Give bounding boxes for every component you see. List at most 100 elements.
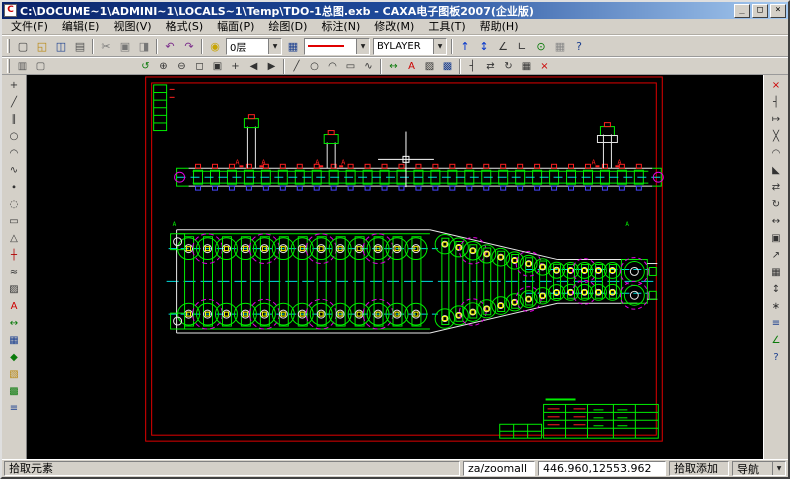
menu-item-8[interactable]: 工具(T) <box>421 19 472 34</box>
grid-icon[interactable]: ▦ <box>551 37 569 55</box>
color-combo[interactable]: ▼ <box>304 37 370 55</box>
array-icon[interactable]: ▦ <box>518 58 535 74</box>
chamfer-icon[interactable]: ◣ <box>766 162 786 178</box>
point-tool-icon[interactable]: ∙ <box>4 179 24 195</box>
up-arrow-icon[interactable]: ↑ <box>456 37 474 55</box>
explode-icon[interactable]: ∗ <box>766 298 786 314</box>
print-icon[interactable]: ▤ <box>71 37 89 55</box>
prev-view-icon[interactable]: ◀ <box>245 58 262 74</box>
layer-manager-icon[interactable]: ▦ <box>284 37 302 55</box>
menu-item-3[interactable]: 格式(S) <box>159 19 211 34</box>
next-view-icon[interactable]: ▶ <box>263 58 280 74</box>
chevron-down-icon[interactable]: ▼ <box>268 38 281 54</box>
new-file-icon[interactable]: ▢ <box>14 37 32 55</box>
erase-icon[interactable]: × <box>766 77 786 93</box>
ortho-icon[interactable]: ∟ <box>513 37 531 55</box>
arc-icon[interactable]: ◠ <box>324 58 341 74</box>
menu-item-2[interactable]: 视图(V) <box>106 19 158 34</box>
crosshair-icon[interactable]: + <box>4 77 24 93</box>
title-bar[interactable]: C C:\DOCUME~1\ADMINI~1\LOCALS~1\Temp\TDO… <box>2 2 788 19</box>
query-icon[interactable]: ? <box>570 37 588 55</box>
copy-icon[interactable]: ▣ <box>116 37 134 55</box>
block-icon[interactable]: ▩ <box>439 58 456 74</box>
pick-mode-box[interactable]: 拾取添加 <box>669 461 729 476</box>
parallel-tool-icon[interactable]: ∥ <box>4 111 24 127</box>
cut-icon[interactable]: ✂ <box>97 37 115 55</box>
library-tool-icon[interactable]: ◆ <box>4 349 24 365</box>
move-edit-icon[interactable]: ↔ <box>766 213 786 229</box>
menu-item-6[interactable]: 标注(N) <box>314 19 367 34</box>
redo-icon[interactable]: ↷ <box>180 37 198 55</box>
dimension-tool-icon[interactable]: ↔ <box>4 315 24 331</box>
trim-edit-icon[interactable]: ┤ <box>766 94 786 110</box>
text-tool-icon[interactable]: A <box>4 298 24 314</box>
drawing-canvas[interactable]: AAAAAAAA <box>27 75 763 459</box>
layer-tool-icon[interactable]: ▩ <box>4 383 24 399</box>
stretch-icon[interactable]: ↕ <box>766 281 786 297</box>
spline-icon[interactable]: ∿ <box>360 58 377 74</box>
menu-item-1[interactable]: 编辑(E) <box>55 19 107 34</box>
toolbar-toggle-icon[interactable]: ▥ <box>14 58 31 74</box>
scale-edit-icon[interactable]: ↗ <box>766 247 786 263</box>
new-window-icon[interactable]: ▢ <box>32 58 49 74</box>
linetype-combo[interactable]: BYLAYER ▼ <box>373 37 447 55</box>
menu-item-4[interactable]: 幅面(P) <box>210 19 261 34</box>
layer-bulb-icon[interactable]: ◉ <box>206 37 224 55</box>
properties-tool-icon[interactable]: ≡ <box>4 400 24 416</box>
save-icon[interactable]: ◫ <box>52 37 70 55</box>
command-box[interactable]: za/zoomall <box>463 461 535 476</box>
array-edit-icon[interactable]: ▦ <box>766 264 786 280</box>
hatch-tool-icon[interactable]: ▨ <box>4 281 24 297</box>
hatch-icon[interactable]: ▨ <box>421 58 438 74</box>
layer-combo[interactable]: 0层 ▼ <box>226 37 282 55</box>
polygon-tool-icon[interactable]: △ <box>4 230 24 246</box>
maximize-button[interactable]: □ <box>752 3 768 18</box>
rectangle-tool-icon[interactable]: ▭ <box>4 213 24 229</box>
zoom-out-icon[interactable]: ⊖ <box>173 58 190 74</box>
break-icon[interactable]: ╳ <box>766 128 786 144</box>
snap-icon[interactable]: ⊙ <box>532 37 550 55</box>
copy-edit-icon[interactable]: ▣ <box>766 230 786 246</box>
spline-tool-icon[interactable]: ∿ <box>4 162 24 178</box>
rect-icon[interactable]: ▭ <box>342 58 359 74</box>
undo-icon[interactable]: ↶ <box>161 37 179 55</box>
line-tool-icon[interactable]: ╱ <box>4 94 24 110</box>
trim-icon[interactable]: ┤ <box>464 58 481 74</box>
paste-icon[interactable]: ◨ <box>135 37 153 55</box>
open-file-icon[interactable]: ◱ <box>33 37 51 55</box>
zoom-in-icon[interactable]: ⊕ <box>155 58 172 74</box>
zoom-window-icon[interactable]: ◻ <box>191 58 208 74</box>
angle-icon[interactable]: ∠ <box>494 37 512 55</box>
mirror-edit-icon[interactable]: ⇄ <box>766 179 786 195</box>
rotate-edit-icon[interactable]: ↻ <box>766 196 786 212</box>
menu-item-5[interactable]: 绘图(D) <box>261 19 314 34</box>
toolbar-grip[interactable] <box>7 39 10 53</box>
chevron-down-icon[interactable]: ▼ <box>772 462 785 475</box>
nav-combo[interactable]: 导航 ▼ <box>732 461 786 476</box>
menu-item-0[interactable]: 文件(F) <box>4 19 55 34</box>
help-tool-icon[interactable]: ? <box>766 349 786 365</box>
pan-icon[interactable]: + <box>227 58 244 74</box>
close-button[interactable]: × <box>770 3 786 18</box>
block-tool-icon[interactable]: ▦ <box>4 332 24 348</box>
properties-icon[interactable]: ≡ <box>766 315 786 331</box>
arc-tool-icon[interactable]: ◠ <box>4 145 24 161</box>
menu-item-7[interactable]: 修改(M) <box>367 19 421 34</box>
offset-tool-icon[interactable]: ≈ <box>4 264 24 280</box>
minimize-button[interactable]: _ <box>734 3 750 18</box>
redraw-icon[interactable]: ↺ <box>137 58 154 74</box>
measure-icon[interactable]: ∠ <box>766 332 786 348</box>
chevron-down-icon[interactable]: ▼ <box>356 38 369 54</box>
mirror-icon[interactable]: ⇄ <box>482 58 499 74</box>
circle-icon[interactable]: ○ <box>306 58 323 74</box>
extend-icon[interactable]: ↦ <box>766 111 786 127</box>
chevron-down-icon[interactable]: ▼ <box>433 38 446 54</box>
line-icon[interactable]: ╱ <box>288 58 305 74</box>
circle-tool-icon[interactable]: ○ <box>4 128 24 144</box>
ellipse-tool-icon[interactable]: ◌ <box>4 196 24 212</box>
toolbar-grip[interactable] <box>7 59 10 73</box>
zoom-all-icon[interactable]: ▣ <box>209 58 226 74</box>
dimension-icon[interactable]: ↔ <box>385 58 402 74</box>
rotate-icon[interactable]: ↻ <box>500 58 517 74</box>
menu-item-9[interactable]: 帮助(H) <box>473 19 526 34</box>
